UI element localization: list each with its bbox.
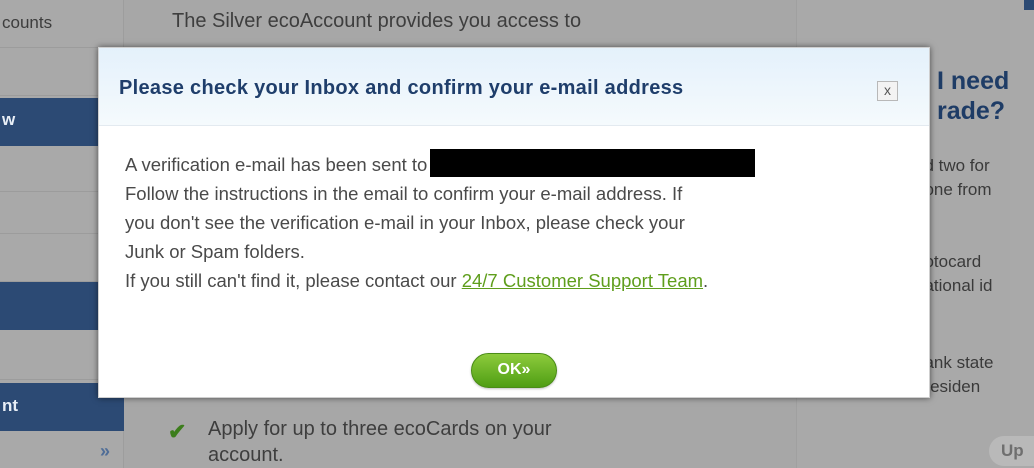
ok-button[interactable]: OK» bbox=[471, 353, 557, 388]
dialog-text-line-2: Follow the instructions in the email to … bbox=[125, 183, 683, 204]
dialog-header: Please check your Inbox and confirm your… bbox=[99, 48, 929, 126]
sidebar-item-label: w bbox=[2, 110, 16, 129]
check-icon: ✔ bbox=[168, 419, 187, 444]
dialog-title: Please check your Inbox and confirm your… bbox=[119, 77, 684, 99]
benefit-text-line-2: account. bbox=[208, 444, 284, 466]
sidebar-item-more[interactable]: » bbox=[0, 431, 124, 468]
benefit-text-line-1: Apply for up to three ecoCards on your bbox=[208, 418, 552, 440]
dialog-text-line-3: you don't see the verification e-mail in… bbox=[125, 212, 685, 233]
email-confirmation-dialog: Please check your Inbox and confirm your… bbox=[98, 47, 930, 398]
sidebar-item-label: nt bbox=[2, 396, 19, 415]
chevron-right-icon: » bbox=[99, 441, 110, 461]
support-suffix: . bbox=[703, 270, 709, 291]
support-prefix: If you still can't find it, please conta… bbox=[125, 270, 462, 291]
panel-heading-line-1: I need bbox=[937, 67, 1010, 95]
dialog-text-line-4: Junk or Spam folders. bbox=[125, 241, 305, 262]
close-icon: x bbox=[884, 82, 891, 98]
customer-support-link[interactable]: 24/7 Customer Support Team bbox=[462, 270, 703, 291]
sent-text: A verification e-mail has been sent to bbox=[125, 154, 428, 175]
panel-heading-line-2: rade? bbox=[937, 97, 1006, 125]
dialog-body: A verification e-mail has been sent to F… bbox=[125, 149, 905, 295]
dialog-text-line-5: If you still can't find it, please conta… bbox=[125, 266, 905, 295]
dialog-text-line-1: A verification e-mail has been sent to bbox=[125, 149, 905, 179]
redacted-email bbox=[430, 149, 756, 177]
close-button[interactable]: x bbox=[877, 81, 898, 101]
sidebar-item-label: counts bbox=[2, 13, 53, 32]
accent-block bbox=[1024, 0, 1034, 10]
intro-text: The Silver ecoAccount provides you acces… bbox=[172, 10, 582, 32]
panel-heading: I need rade? bbox=[937, 66, 1009, 126]
upgrade-button[interactable]: Up bbox=[989, 436, 1034, 466]
sidebar-item-accounts[interactable]: counts bbox=[0, 0, 124, 48]
